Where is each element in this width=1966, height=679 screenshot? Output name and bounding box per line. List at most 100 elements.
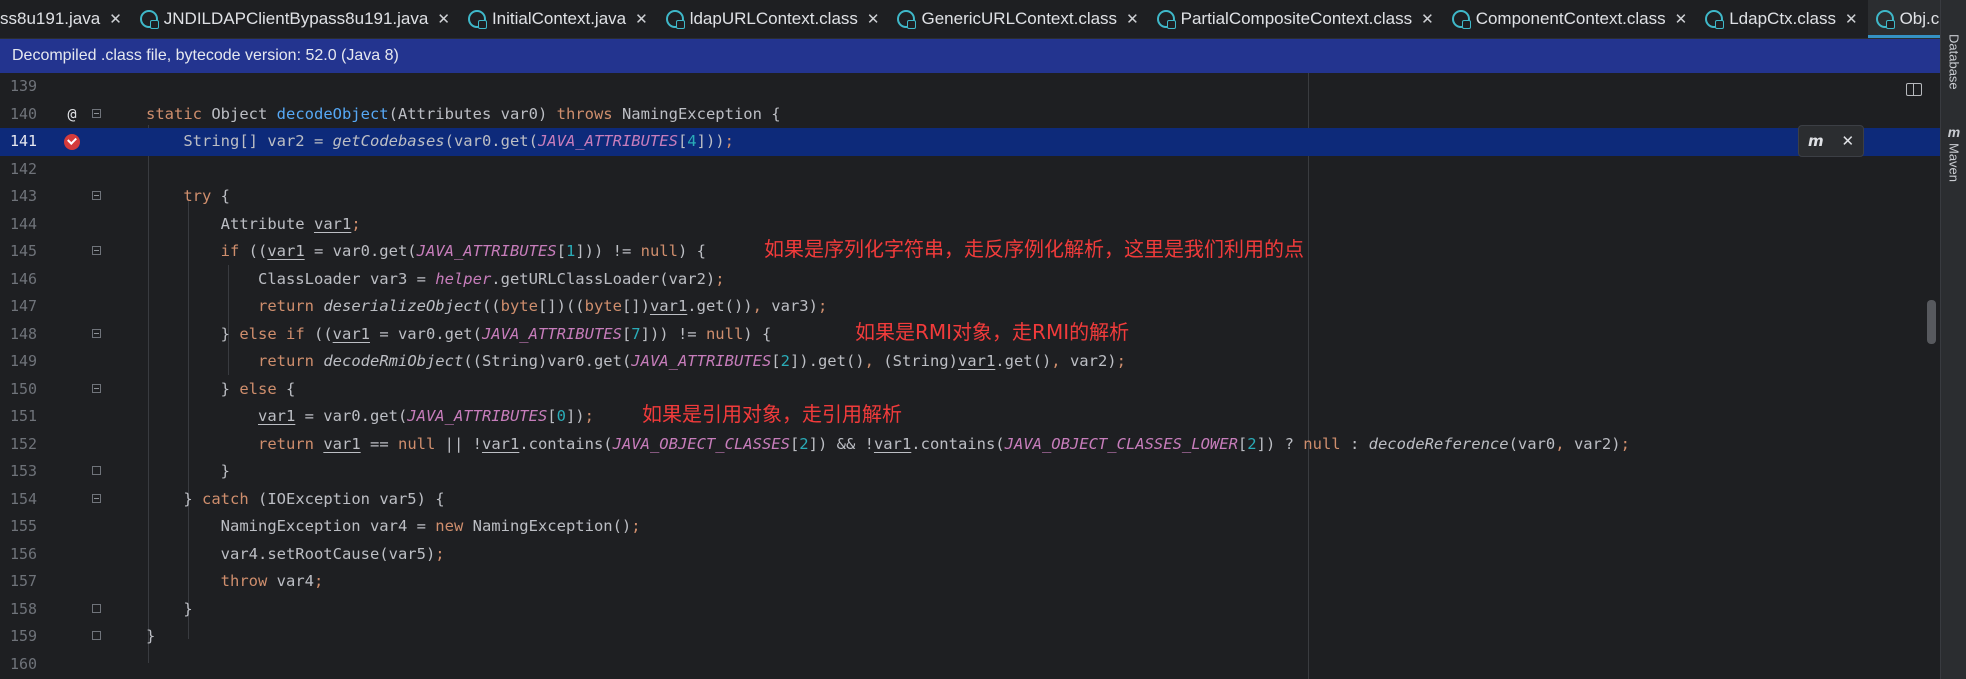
maven-label: Maven — [1946, 143, 1962, 183]
code-text: Attribute var1; — [146, 214, 361, 233]
code-line: 147 return deserializeObject((byte[])((b… — [0, 293, 1940, 321]
code-line: 151 var1 = var0.get(JAVA_ATTRIBUTES[0]);… — [0, 402, 1940, 431]
fold-toggle-icon[interactable] — [92, 191, 101, 200]
code-line: 158 } — [0, 596, 1940, 624]
fold-end-icon[interactable] — [92, 603, 101, 613]
breakpoint-icon[interactable] — [64, 134, 80, 150]
editor-tab-bar: ss8u191.java ✕ JNDILDAPClientBypass8u191… — [0, 0, 1966, 39]
annotation-rmi: 如果是RMI对象，走RMI的解析 — [855, 319, 1130, 344]
code-text: ClassLoader var3 = helper.getURLClassLoa… — [146, 269, 725, 288]
code-text: var1 = var0.get(JAVA_ATTRIBUTES[0]); — [257, 407, 594, 425]
code-line: 156 var4.setRootCause(var5); — [0, 541, 1940, 569]
maven-reload-icon[interactable]: m — [1808, 132, 1824, 150]
tab-ldapctx[interactable]: LdapCtx.class ✕ — [1697, 0, 1867, 38]
code-line: 148 } else if ((var1 = var0.get(JAVA_ATT… — [0, 319, 1940, 349]
code-text: static Object decodeObject(Attributes va… — [146, 104, 781, 123]
code-text: if ((var1 = var0.get(JAVA_ATTRIBUTES[1])… — [220, 242, 706, 260]
code-line: 159 } — [0, 623, 1940, 651]
code-line: 139 — [0, 73, 1940, 101]
code-line: 142 — [0, 156, 1940, 184]
fold-end-icon[interactable] — [92, 631, 101, 640]
code-line: 160 — [0, 651, 1940, 679]
tab-label: InitialContext.java — [491, 9, 627, 28]
close-icon[interactable]: ✕ — [635, 10, 648, 28]
line-number: 140 — [10, 104, 38, 123]
line-number: 146 — [10, 269, 38, 288]
class-icon — [1451, 10, 1471, 29]
code-text: String[] var2 = getCodebases(var0.get(JA… — [146, 132, 734, 150]
tab-jndildapclientbypass[interactable]: JNDILDAPClientBypass8u191.java ✕ — [132, 0, 460, 38]
code-line: 155 NamingException var4 = new NamingExc… — [0, 513, 1940, 541]
close-icon[interactable]: ✕ — [437, 10, 450, 28]
close-icon[interactable]: ✕ — [1126, 10, 1139, 28]
fold-toggle-icon[interactable] — [92, 108, 101, 118]
code-line: 145 if ((var1 = var0.get(JAVA_ATTRIBUTES… — [0, 237, 1940, 266]
banner-text: Decompiled .class file, bytecode version… — [12, 47, 399, 64]
code-text: } else if ((var1 = var0.get(JAVA_ATTRIBU… — [146, 324, 772, 343]
code-line-breakpoint: 141 String[] var2 = getCodebases(var0.ge… — [0, 128, 1940, 156]
fold-toggle-icon[interactable] — [92, 246, 101, 255]
line-number: 159 — [10, 627, 38, 645]
class-icon — [139, 10, 159, 29]
close-icon[interactable]: ✕ — [867, 10, 880, 28]
code-line: 150 } else { — [0, 376, 1940, 404]
maven-reload-popup: m ✕ — [1798, 125, 1864, 157]
tab-jndildapclientbypass-partial[interactable]: ss8u191.java ✕ — [0, 0, 132, 38]
tab-label: ComponentContext.class — [1475, 9, 1666, 28]
tab-label: LdapCtx.class — [1729, 9, 1836, 28]
code-text: } else { — [146, 379, 296, 398]
tab-partialcompositecontext[interactable]: PartialCompositeContext.class ✕ — [1149, 0, 1444, 38]
database-label: Database — [1946, 34, 1962, 90]
line-number: 147 — [10, 297, 38, 315]
line-number: 143 — [10, 187, 38, 205]
close-icon[interactable]: ✕ — [1421, 10, 1434, 28]
code-text: NamingException var4 = new NamingExcepti… — [146, 517, 641, 535]
close-icon[interactable]: ✕ — [1845, 10, 1858, 28]
vertical-scrollbar-thumb[interactable] — [1927, 300, 1936, 344]
tab-label: GenericURLContext.class — [921, 9, 1118, 28]
tool-window-maven[interactable]: m Maven — [1941, 124, 1966, 182]
code-text: var4.setRootCause(var5); — [146, 544, 445, 563]
tool-window-database[interactable]: Database — [1941, 34, 1966, 90]
fold-toggle-icon[interactable] — [92, 383, 101, 393]
line-number: 160 — [10, 654, 38, 673]
maven-icon: m — [1947, 124, 1961, 140]
right-tool-strip: Database m Maven — [1940, 0, 1966, 679]
code-text: try { — [183, 187, 230, 205]
code-line: 143 try { — [0, 183, 1940, 211]
close-icon[interactable]: ✕ — [109, 10, 122, 28]
tab-genericurlcontext[interactable]: GenericURLContext.class ✕ — [889, 0, 1148, 38]
tab-initialcontext[interactable]: InitialContext.java ✕ — [460, 0, 658, 38]
line-number: 142 — [10, 159, 38, 178]
line-number: 156 — [10, 544, 38, 563]
close-icon[interactable]: ✕ — [1675, 10, 1688, 28]
code-line: 154 } catch (IOException var5) { — [0, 486, 1940, 514]
code-line: 149 return decodeRmiObject((String)var0.… — [0, 348, 1940, 376]
code-text: } catch (IOException var5) { — [146, 489, 445, 508]
line-number: 150 — [10, 379, 38, 398]
line-number: 145 — [10, 242, 38, 260]
fold-toggle-icon[interactable] — [92, 328, 101, 338]
code-text: return decodeRmiObject((String)var0.get(… — [257, 352, 1126, 370]
tab-componentcontext[interactable]: ComponentContext.class ✕ — [1444, 0, 1698, 38]
line-number: 141 — [10, 132, 38, 150]
close-icon[interactable]: ✕ — [1841, 132, 1854, 150]
line-number: 148 — [10, 324, 38, 343]
fold-end-icon[interactable] — [92, 466, 101, 475]
line-number: 157 — [10, 572, 38, 590]
reader-mode-book-icon[interactable] — [1906, 83, 1922, 96]
annotation-serialized: 如果是序列化字符串，走反序例化解析，这里是我们利用的点 — [764, 237, 1304, 261]
override-marker-icon[interactable]: @ — [63, 101, 81, 129]
line-number: 144 — [10, 214, 38, 233]
line-number: 152 — [10, 434, 38, 453]
code-editor[interactable]: 139 140 @ static Object decodeObject(Att… — [0, 73, 1940, 679]
tab-ldapurlcontext[interactable]: ldapURLContext.class ✕ — [658, 0, 890, 38]
class-icon — [1156, 10, 1176, 29]
code-text: } — [146, 627, 156, 645]
code-text: } — [146, 599, 193, 618]
code-line: 153 } — [0, 458, 1940, 486]
class-icon — [1875, 10, 1895, 29]
line-number: 154 — [10, 489, 38, 508]
fold-toggle-icon[interactable] — [92, 493, 101, 503]
line-number: 139 — [10, 77, 38, 95]
